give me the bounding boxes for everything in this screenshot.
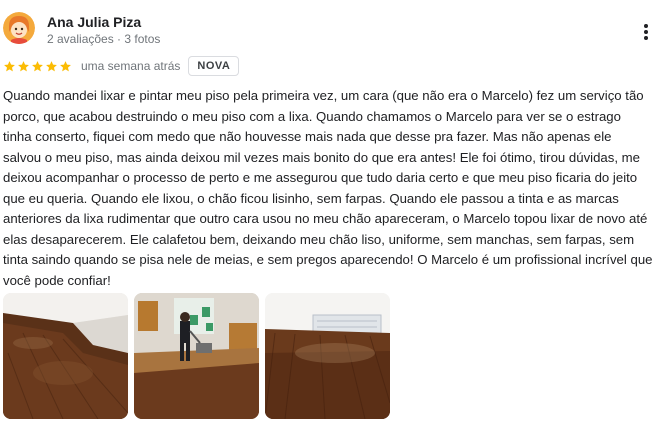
rating-row: uma semana atrás NOVA [3, 56, 240, 76]
reviewer-meta: 2 avaliações · 3 fotos [47, 32, 161, 46]
photo-floor-sanding-worker[interactable] [134, 293, 259, 419]
cartoon-avatar-icon [3, 12, 35, 44]
star-icon [46, 60, 57, 71]
more-vertical-icon-dot [644, 30, 648, 34]
more-vertical-icon-dot [644, 36, 648, 40]
more-options-button[interactable] [640, 22, 652, 42]
reviewer-name[interactable]: Ana Julia Piza [47, 14, 141, 30]
star-icon [4, 60, 15, 71]
star-icon [18, 60, 29, 71]
new-badge: NOVA [188, 56, 240, 76]
review-time: uma semana atrás [81, 59, 181, 73]
photo-finished-floor-room[interactable] [265, 293, 390, 419]
avatar[interactable] [3, 12, 35, 44]
review-text: Quando mandei lixar e pintar meu piso pe… [3, 88, 653, 288]
star-icon [60, 60, 71, 71]
review-header: Ana Julia Piza 2 avaliações · 3 fotos [3, 8, 658, 50]
more-vertical-icon [644, 24, 648, 28]
review-photos [3, 293, 390, 419]
photo-wood-floor-corner[interactable] [3, 293, 128, 419]
star-icon [32, 60, 43, 71]
star-rating [3, 60, 72, 73]
